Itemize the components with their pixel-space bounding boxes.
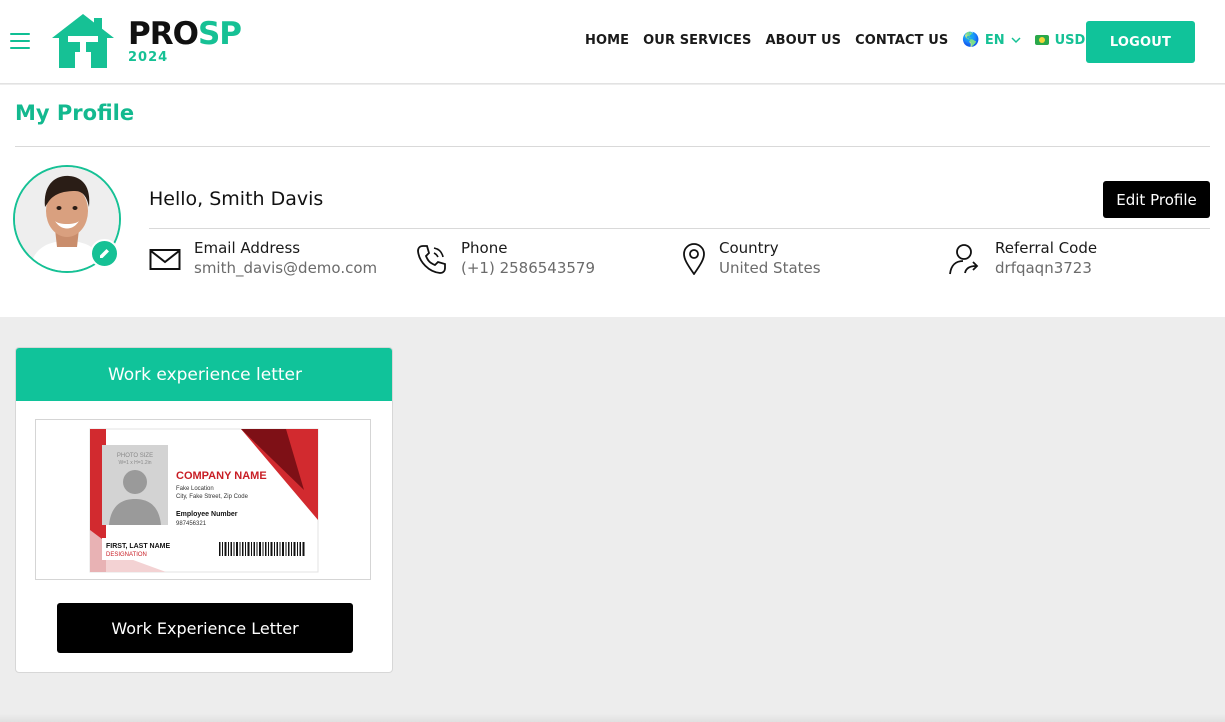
chevron-down-icon (1011, 36, 1021, 43)
referral-value: drfqaqn3723 (995, 259, 1092, 277)
user-share-icon (949, 244, 979, 275)
pencil-icon (100, 249, 109, 258)
nav-about-us[interactable]: ABOUT US (765, 33, 841, 48)
logout-button[interactable]: LOGOUT (1086, 21, 1195, 63)
id-card-image: PHOTO SIZE W=1 x H=1.2in COMPANY NAME Fa… (89, 428, 319, 573)
logo-year: 2024 (128, 50, 169, 65)
phone-icon (417, 245, 446, 274)
work-experience-letter-button[interactable]: Work Experience Letter (57, 603, 353, 653)
email-label: Email Address (194, 239, 301, 257)
profile-section: My Profile Hello, Smith Davis Edit Profi… (0, 85, 1225, 317)
id-address-1: Fake Location (176, 486, 214, 492)
phone-label: Phone (461, 239, 508, 257)
divider (15, 146, 1210, 147)
nav-home[interactable]: HOME (585, 33, 629, 48)
id-address-2: City, Fake Street, Zip Code (176, 494, 249, 500)
flag-icon (1034, 35, 1049, 45)
info-referral: Referral Code drfqaqn3723 (948, 239, 1178, 279)
edit-profile-button[interactable]: Edit Profile (1103, 181, 1210, 218)
location-pin-icon (683, 243, 705, 275)
divider (149, 228, 1210, 229)
currency-label: USD (1054, 32, 1086, 48)
id-employee-number: 987456321 (176, 521, 207, 527)
country-value: United States (719, 259, 821, 277)
info-email: Email Address smith_davis@demo.com (149, 239, 399, 279)
top-header: PROSP 2024 HOME OUR SERVICES ABOUT US CO… (0, 0, 1225, 84)
phone-value: (+1) 2586543579 (461, 259, 596, 277)
id-employee-label: Employee Number (176, 511, 238, 518)
avatar-edit-button[interactable] (90, 239, 119, 268)
id-photo-size: PHOTO SIZE (117, 453, 153, 459)
id-photo-dims: W=1 x H=1.2in (118, 460, 151, 466)
page-bottom-edge (0, 714, 1225, 722)
logo-wordmark: PROSP (128, 16, 242, 52)
language-label: EN (984, 32, 1005, 48)
id-card-preview[interactable]: PHOTO SIZE W=1 x H=1.2in COMPANY NAME Fa… (35, 419, 371, 580)
main-nav: HOME OUR SERVICES ABOUT US CONTACT US 🌎 … (585, 30, 1115, 50)
nav-contact-us[interactable]: CONTACT US (855, 33, 948, 48)
info-phone: Phone (+1) 2586543579 (415, 239, 645, 279)
menu-icon[interactable] (10, 33, 30, 49)
language-selector[interactable]: 🌎 EN (962, 32, 1021, 48)
brand-logo[interactable]: PROSP 2024 (50, 12, 245, 72)
info-country: Country United States (680, 239, 910, 279)
referral-label: Referral Code (995, 239, 1098, 257)
id-designation: DESIGNATION (106, 552, 147, 558)
id-person-name: FIRST, LAST NAME (106, 543, 170, 550)
work-experience-card: Work experience letter PHOTO SIZE W=1 x … (15, 347, 393, 673)
id-company-name: COMPANY NAME (176, 470, 267, 482)
house-logo-icon (52, 14, 114, 68)
page-title: My Profile (15, 101, 135, 125)
envelope-icon (149, 249, 181, 270)
country-label: Country (719, 239, 779, 257)
nav-our-services[interactable]: OUR SERVICES (643, 33, 751, 48)
globe-icon: 🌎 (962, 32, 980, 48)
email-value: smith_davis@demo.com (194, 259, 378, 277)
greeting: Hello, Smith Davis (149, 188, 324, 210)
card-title: Work experience letter (16, 348, 392, 401)
